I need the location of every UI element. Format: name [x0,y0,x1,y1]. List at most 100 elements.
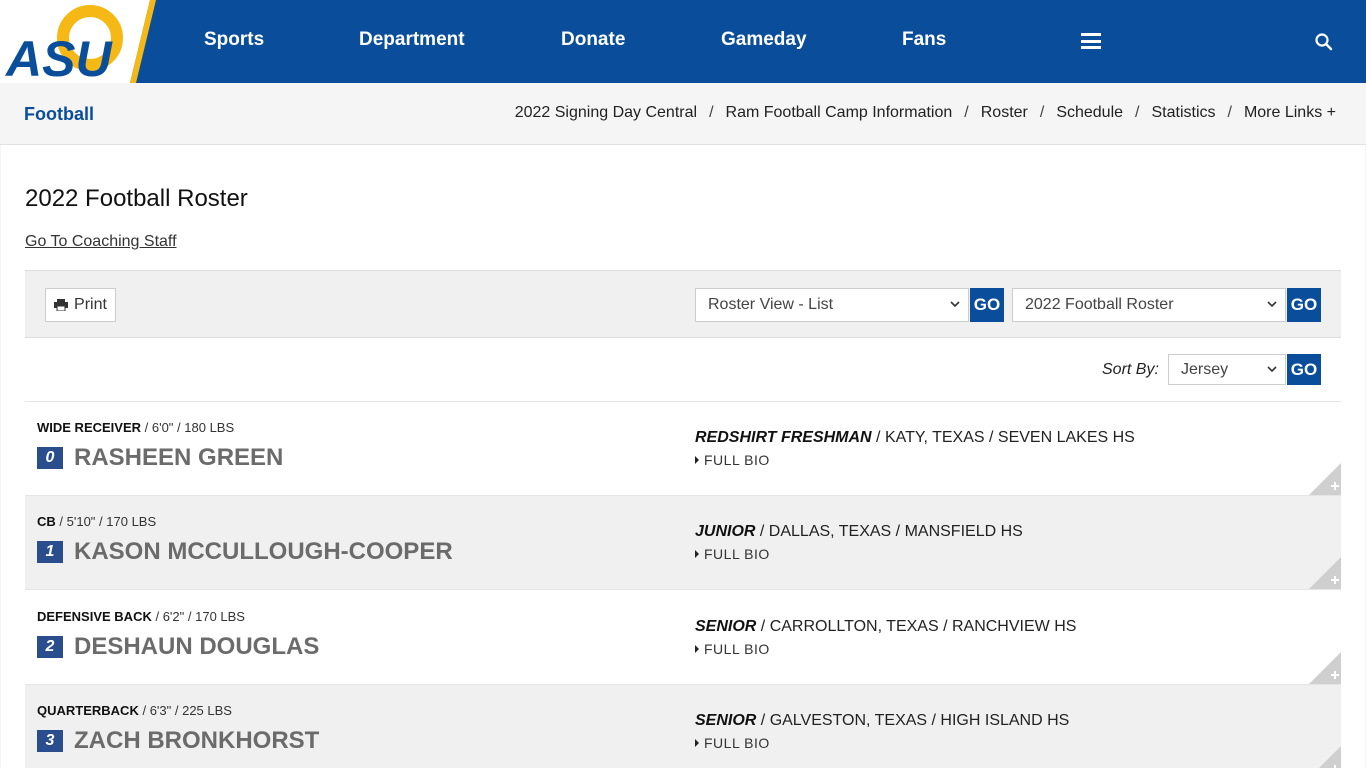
player-info: SENIOR / GALVESTON, TEXAS / HIGH ISLAND … [695,712,1070,729]
sort-go-button[interactable]: GO [1287,354,1321,385]
asu-logo[interactable]: ASU [0,0,160,83]
nav-sports[interactable]: Sports [204,29,264,51]
separator: / [1135,104,1140,121]
chevron-down-icon [1267,366,1277,373]
player-name-link[interactable]: RASHEEN GREEN [74,444,283,472]
link-statistics[interactable]: Statistics [1151,104,1215,121]
player-hometown: DALLAS, TEXAS [768,523,892,540]
roster-toolbar: Print Roster View - List GO 2022 Footbal… [25,270,1341,338]
full-bio-label: FULL BIO [704,735,770,751]
main-content: 2022 Football Roster Go To Coaching Staf… [1,145,1365,768]
player-height: 6'0" [151,420,174,435]
player-class: SENIOR [695,712,757,729]
link-schedule[interactable]: Schedule [1056,104,1123,121]
separator: / [1039,104,1045,121]
full-bio-label: FULL BIO [704,452,770,468]
nav-fans[interactable]: Fans [902,29,946,51]
jersey-number: 2 [37,636,63,658]
expand-plus-icon[interactable] [1309,746,1341,768]
full-bio-label: FULL BIO [704,546,770,562]
nav-gameday[interactable]: Gameday [721,29,807,51]
full-bio-label: FULL BIO [704,641,770,657]
search-icon[interactable] [1314,32,1334,52]
position-line: DEFENSIVE BACK / 6'2" / 170 LBS [37,609,245,624]
expand-plus-icon[interactable] [1309,652,1341,684]
sport-subnav: Football 2022 Signing Day Central / Ram Fo… [0,83,1366,145]
player-school: MANSFIELD HS [904,523,1023,540]
sport-title-link[interactable]: Football [24,104,94,125]
print-button[interactable]: Print [45,288,116,322]
jersey-number: 3 [37,730,63,752]
link-camp-info[interactable]: Ram Football Camp Information [726,104,953,121]
player-height: 6'2" [162,609,185,624]
roster-view-value: Roster View - List [708,296,834,313]
expand-plus-icon[interactable] [1309,557,1341,589]
full-bio-link[interactable]: FULL BIO [695,735,770,751]
player-weight: 170 LBS [195,609,245,624]
sort-value: Jersey [1181,360,1229,378]
player-position: DEFENSIVE BACK [37,609,152,624]
link-more-links[interactable]: More Links + [1244,104,1336,121]
position-line: QUARTERBACK / 6'3" / 225 LBS [37,703,232,718]
jersey-number: 0 [37,447,63,469]
player-info: SENIOR / CARROLLTON, TEXAS / RANCHVIEW H… [695,618,1077,635]
chevron-down-icon [1267,301,1277,308]
season-go-button[interactable]: GO [1287,288,1321,322]
link-signing-day[interactable]: 2022 Signing Day Central [515,104,697,121]
player-hometown: CARROLLTON, TEXAS [769,618,939,635]
full-bio-link[interactable]: FULL BIO [695,641,770,657]
player-row: QUARTERBACK / 6'3" / 225 LBS 3 ZACH BRON… [25,685,1341,768]
top-navigation: ASU Sports Department Donate Gameday Fan… [0,0,1366,83]
sort-select[interactable]: Jersey [1168,354,1286,385]
print-label: Print [74,296,107,313]
link-roster[interactable]: Roster [981,104,1028,121]
sport-links: 2022 Signing Day Central / Ram Football Ca… [515,104,1336,122]
full-bio-link[interactable]: FULL BIO [695,546,770,562]
sort-label: Sort By: [1102,361,1159,378]
player-hometown: GALVESTON, TEXAS [769,712,928,729]
hamburger-icon[interactable] [1081,33,1101,49]
player-name-link[interactable]: DESHAUN DOUGLAS [74,633,319,661]
player-class: JUNIOR [695,523,756,540]
coaching-staff-link[interactable]: Go To Coaching Staff [25,233,177,251]
sort-bar: Sort By: Jersey GO [25,338,1341,402]
nav-department[interactable]: Department [359,29,465,51]
expand-plus-icon[interactable] [1309,463,1341,495]
player-weight: 170 LBS [106,514,157,529]
player-class: REDSHIRT FRESHMAN [695,429,872,446]
roster-view-select[interactable]: Roster View - List [695,288,969,322]
caret-right-icon [695,739,699,747]
position-line: CB / 5'10" / 170 LBS [37,514,157,529]
roster-season-value: 2022 Football Roster [1025,296,1174,313]
printer-icon [54,299,69,311]
player-position: WIDE RECEIVER [37,420,142,435]
page-title: 2022 Football Roster [25,185,248,212]
separator: / [709,104,714,121]
nav-donate[interactable]: Donate [561,29,625,51]
player-info: REDSHIRT FRESHMAN / KATY, TEXAS / SEVEN … [695,429,1135,446]
player-school: HIGH ISLAND HS [940,712,1070,729]
separator: / [964,104,969,121]
player-weight: 225 LBS [182,703,232,718]
player-name-link[interactable]: ZACH BRONKHORST [74,727,319,755]
player-hometown: KATY, TEXAS [884,429,985,446]
player-row: CB / 5'10" / 170 LBS 1 KASON MCCULLOUGH-… [25,496,1341,590]
player-row: DEFENSIVE BACK / 6'2" / 170 LBS 2 DESHAU… [25,591,1341,685]
player-row: WIDE RECEIVER / 6'0" / 180 LBS 0 RASHEEN… [25,402,1341,496]
player-class: SENIOR [695,618,757,635]
separator: / [1227,104,1232,121]
player-position: CB [37,514,56,529]
player-school: SEVEN LAKES HS [997,429,1135,446]
player-weight: 180 LBS [184,420,235,435]
player-name-link[interactable]: KASON MCCULLOUGH-COOPER [74,538,453,566]
player-position: QUARTERBACK [37,703,139,718]
player-school: RANCHVIEW HS [951,618,1077,635]
view-go-button[interactable]: GO [970,288,1004,322]
position-line: WIDE RECEIVER / 6'0" / 180 LBS [37,420,235,435]
jersey-number: 1 [37,541,63,563]
roster-season-select[interactable]: 2022 Football Roster [1012,288,1286,322]
caret-right-icon [695,550,699,558]
chevron-down-icon [950,301,960,308]
logo-text: ASU [4,31,113,83]
full-bio-link[interactable]: FULL BIO [695,452,770,468]
